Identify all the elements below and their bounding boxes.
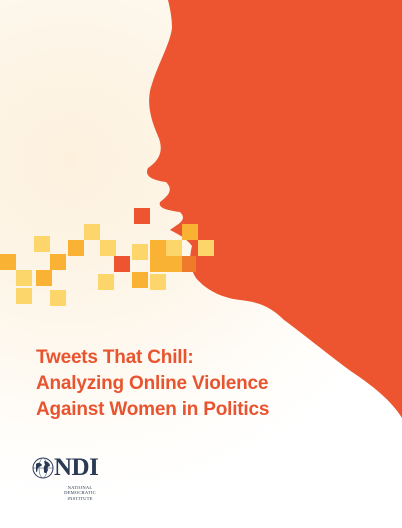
pixel bbox=[0, 254, 16, 270]
pixel bbox=[36, 270, 52, 286]
pixel bbox=[132, 272, 148, 288]
pixel bbox=[34, 236, 50, 252]
ndi-logo: NDI NATIONAL DEMOCRATIC INSTITUTE bbox=[32, 455, 122, 505]
report-title: Tweets That Chill: Analyzing Online Viol… bbox=[36, 345, 376, 423]
pixel bbox=[114, 256, 130, 272]
cover-illustration bbox=[0, 0, 402, 418]
pixel bbox=[50, 290, 66, 306]
pixel bbox=[134, 208, 150, 224]
report-cover: Tweets That Chill: Analyzing Online Viol… bbox=[0, 0, 402, 528]
title-line: Analyzing Online Violence bbox=[36, 373, 269, 394]
logo-subtitle-line: INSTITUTE bbox=[67, 495, 93, 501]
title-line: Against Women in Politics bbox=[36, 399, 270, 420]
pixel bbox=[150, 256, 166, 272]
pixel bbox=[150, 240, 166, 256]
pixel bbox=[132, 244, 148, 260]
pixel bbox=[50, 254, 66, 270]
title-line: Tweets That Chill: bbox=[36, 347, 194, 368]
pixel bbox=[68, 240, 84, 256]
logo-subtitle: NATIONAL DEMOCRATIC INSTITUTE bbox=[50, 485, 110, 501]
pixel bbox=[150, 274, 166, 290]
pixel bbox=[166, 240, 182, 256]
pixel bbox=[16, 288, 32, 304]
logo-wordmark: NDI bbox=[54, 454, 99, 481]
pixel bbox=[182, 256, 196, 272]
pixel bbox=[98, 274, 114, 290]
pixel bbox=[166, 256, 182, 272]
pixel bbox=[198, 240, 214, 256]
pixel bbox=[182, 224, 198, 240]
pixel bbox=[16, 270, 32, 286]
globe-icon bbox=[32, 457, 54, 479]
pixel bbox=[84, 224, 100, 240]
pixel bbox=[100, 240, 116, 256]
